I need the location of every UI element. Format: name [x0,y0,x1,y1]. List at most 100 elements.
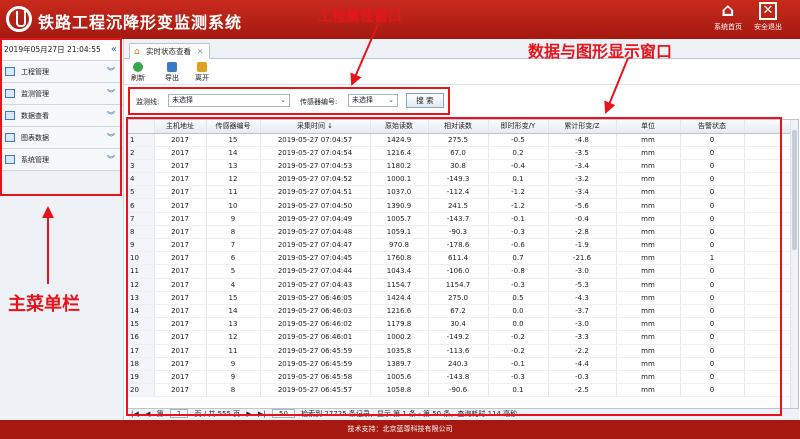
column-header[interactable] [128,120,155,134]
column-header[interactable]: 主机地址 [154,120,207,134]
table-row[interactable]: 12 2017 4 2019-05-27 07:04:43 1154.7 1154.7 -0… [128,278,795,292]
refresh-button[interactable]: 刷新 [126,62,150,83]
project-icon [5,67,15,76]
table-cell: -90.3 [428,225,489,240]
table-row[interactable]: 6 2017 10 2019-05-27 07:04:50 1390.9 241.5 -1.… [128,198,795,213]
table-cell: -3.4 [548,185,617,200]
leave-button[interactable]: 离开 [190,62,214,83]
table-cell: 275.5 [428,133,489,147]
table-cell: 1424.4 [370,291,429,305]
last-page-icon[interactable]: ▶| [258,410,266,418]
logout-button[interactable]: ✕ 安全退出 [742,2,794,32]
first-page-icon[interactable]: |◀ [131,410,139,418]
table-row[interactable]: 10 2017 6 2019-05-27 07:04:45 1760.8 611.4 0.7… [128,251,795,266]
table-cell: 0 [680,264,745,279]
table-row[interactable]: 5 2017 11 2019-05-27 07:04:51 1037.0 -112.4 -1… [128,185,795,200]
table-cell: 0 [680,291,745,305]
search-button[interactable]: 搜 索 [406,93,444,108]
table-cell: mm [616,251,681,266]
table-cell: -0.1 [488,357,549,371]
table-cell: -149.3 [428,172,489,187]
page-size-select[interactable]: 50 [272,409,295,418]
table-cell: 3 [128,159,155,174]
table-cell: 13 [206,159,261,174]
table-cell: 0 [680,238,745,253]
table-cell: 0.2 [488,146,549,160]
table-cell: 2019-05-27 06:46:01 [260,330,371,345]
table-cell: 8 [206,383,261,398]
table-cell: 5 [128,185,155,200]
column-header[interactable]: 即时形变/Y [488,120,549,134]
column-header[interactable]: 单位 [616,120,681,134]
collapse-icon[interactable]: « [111,39,117,61]
table-cell: 2 [128,146,155,160]
table-cell: 0 [680,344,745,358]
chevron-down-icon: ︾ [107,89,115,98]
table-row[interactable]: 16 2017 12 2019-05-27 06:46:01 1000.2 -149.2-… [128,330,795,345]
table-row[interactable]: 18 2017 9 2019-05-27 06:45:59 1389.7 240.3 -0.… [128,357,795,371]
close-tab-icon[interactable]: ✕ [197,47,203,56]
table-cell: 2017 [154,225,207,240]
chevron-down-icon: ⌄ [280,96,286,104]
table-row[interactable]: 7 2017 9 2019-05-27 07:04:49 1005.7 -143.7 -0.… [128,212,795,226]
table-row[interactable]: 9 2017 7 2019-05-27 07:04:47 970.8 -178.6 -0.6… [128,238,795,253]
tab-realtime-status[interactable]: ⌂ 实时状态查看 ✕ [129,43,211,59]
column-header[interactable]: 原始读数 [370,120,429,134]
table-row[interactable]: 3 2017 13 2019-05-27 07:04:53 1180.2 30.8 -0.4… [128,159,795,174]
menu-chart[interactable]: 图表数据 ︾ [0,127,123,149]
menu-project[interactable]: 工程管理 ︾ [0,61,123,83]
menu-system[interactable]: 系统管理 ︾ [0,149,123,171]
prev-page-icon[interactable]: ◀ [145,410,150,418]
table-cell-empty [744,198,795,213]
table-row[interactable]: 20 2017 8 2019-05-27 06:45:57 1058.8 -90.6 0.1… [128,383,795,398]
table-cell: mm [616,370,681,385]
table-cell: 241.5 [428,198,489,213]
table-cell: 2017 [154,330,207,345]
table-cell-empty [744,357,795,371]
data-icon [5,111,15,120]
table-cell: -143.7 [428,212,489,226]
table-row[interactable]: 4 2017 12 2019-05-27 07:04:52 1000.1 -149.3 0.… [128,172,795,187]
next-page-icon[interactable]: ▶ [246,410,251,418]
table-row[interactable]: 19 2017 9 2019-05-27 06:45:58 1005.6 -143.8 -0… [128,370,795,385]
export-button[interactable]: 导出 [160,62,184,83]
menu-monitor[interactable]: 监测管理 ︾ [0,83,123,105]
table-row[interactable]: 2 2017 14 2019-05-27 07:04:54 1216.4 67.0 0.2-… [128,146,795,160]
table-cell: 11 [128,264,155,279]
scroll-thumb[interactable] [792,130,797,250]
column-header[interactable]: 告警状态 [680,120,745,134]
table-cell: -0.3 [488,225,549,240]
table-cell: 0 [680,159,745,174]
table-row[interactable]: 11 2017 5 2019-05-27 07:04:44 1043.4 -106.0 -0… [128,264,795,279]
table-cell: 67.0 [428,146,489,160]
table-cell: 9 [128,238,155,253]
table-row[interactable]: 17 2017 11 2019-05-27 06:45:59 1035.8 -113.6-… [128,344,795,358]
table-cell: 1 [128,133,155,147]
table-cell-empty [744,225,795,240]
table-cell: -1.2 [488,185,549,200]
page-input[interactable]: 1 [169,409,189,418]
line-select[interactable]: 未选择 ⌄ [168,94,290,107]
table-row[interactable]: 1 2017 15 2019-05-27 07:04:57 1424.9 275.5 -0.… [128,133,795,147]
column-header[interactable]: 相对读数 [428,120,489,134]
table-cell: 2019-05-27 06:45:57 [260,383,371,398]
table-cell: mm [616,264,681,279]
table-row[interactable]: 13 2017 15 2019-05-27 06:46:05 1424.4 275.0 0.… [128,291,795,305]
table-row[interactable]: 15 2017 13 2019-05-27 06:46:02 1179.8 30.4 0.0… [128,317,795,332]
railway-logo-icon [6,6,32,32]
table-cell: 2019-05-27 06:46:05 [260,291,371,305]
table-row[interactable]: 14 2017 14 2019-05-27 06:46:03 1216.6 67.2 0.0… [128,304,795,319]
menu-data[interactable]: 数据查看 ︾ [0,105,123,127]
chart-icon [5,133,15,142]
table-cell-empty [744,304,795,319]
column-header[interactable]: 累计形变/Z [548,120,617,134]
column-header[interactable]: 传感器编号 [206,120,261,134]
table-cell: 10 [128,251,155,266]
vertical-scrollbar[interactable] [790,120,798,408]
table-cell: 7 [128,212,155,226]
column-header[interactable]: 采集时间 ↓ [260,120,371,134]
table-cell: 1 [680,251,745,266]
table-row[interactable]: 8 2017 8 2019-05-27 07:04:48 1059.1 -90.3 -0.3… [128,225,795,240]
sensor-select[interactable]: 未选择 ⌄ [348,94,398,107]
table-cell: mm [616,278,681,292]
